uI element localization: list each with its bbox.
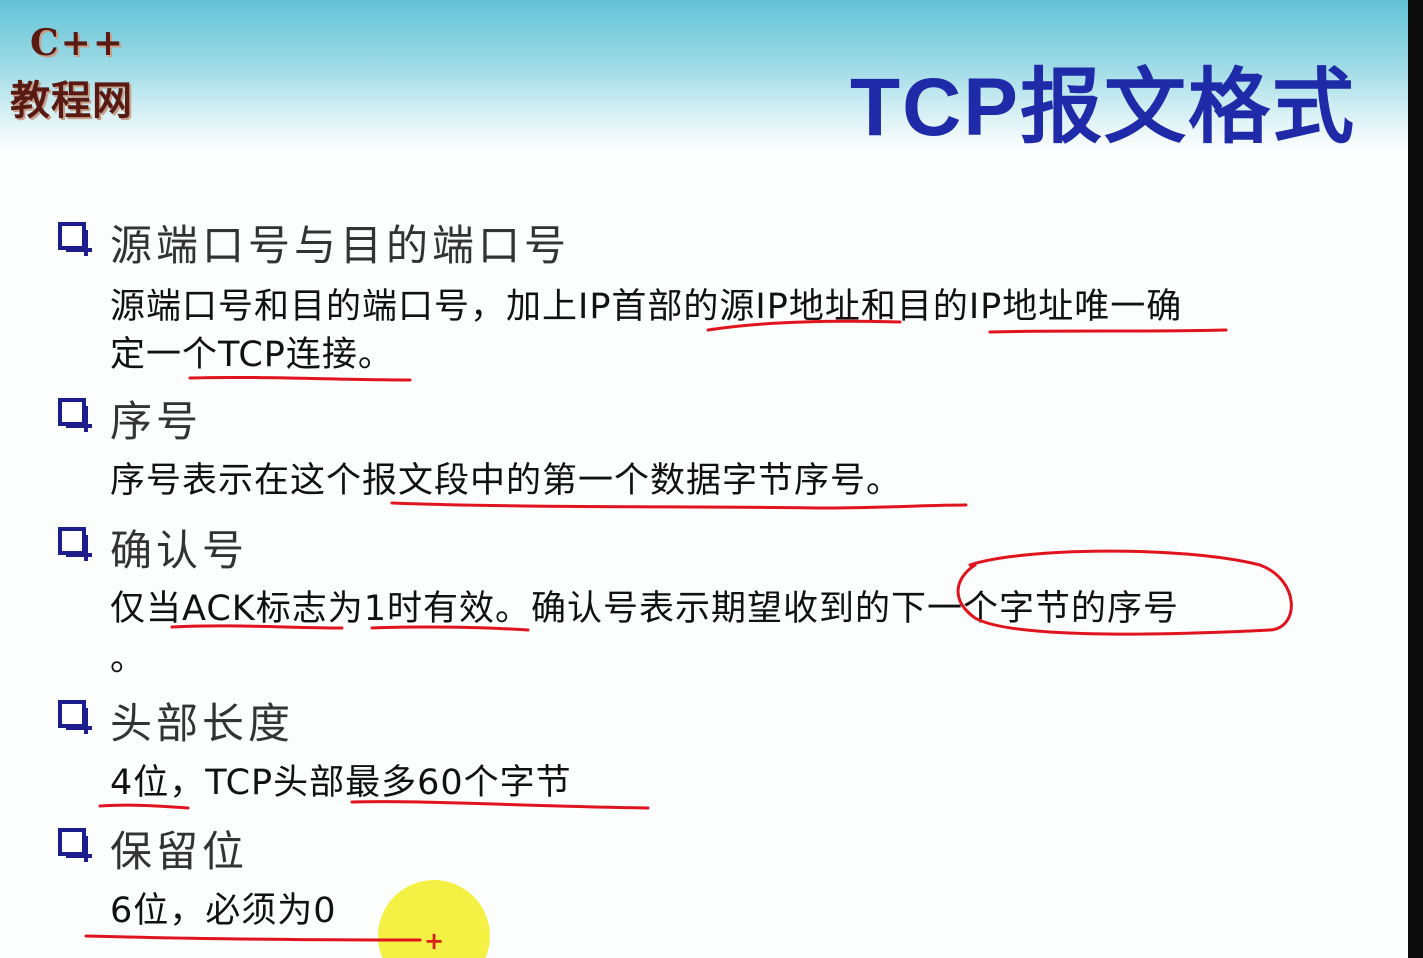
section-heading-reserved: 保留位 [110,827,249,876]
section-heading-ack: 确认号 [110,526,249,575]
logo-site-name: 教程网 [10,78,133,124]
logo-cpp: C++ [30,22,125,64]
section-text-seq: 序号表示在这个报文段中的第一个数据字节序号。 [110,461,903,501]
section-text-ack-line1: 仅当ACK标志为1时有效。确认号表示期望收到的下一个字节的序号 [110,589,1179,629]
bullet-checkbox-icon [58,700,92,734]
section-text-ack-line2: 。 [110,639,147,679]
section-text-ports-line2: 定一个TCP连接。 [110,335,394,375]
underline-first-byte-seq [390,501,968,510]
bullet-checkbox-icon [58,828,92,862]
slide: C++ 教程网 TCP报文格式 源端口号与目的端口号 源端口号和目的端口号，加上… [0,0,1408,958]
underline-tcp-connection [188,375,412,382]
bullet-checkbox-icon [58,398,92,432]
section-heading-seq: 序号 [110,397,203,446]
bullet-checkbox-icon [58,222,92,256]
page-title: TCP报文格式 [849,62,1356,153]
cursor-crosshair-icon: + [424,927,445,955]
underline-four-bits [98,803,190,810]
section-text-header-length: 4位，TCP头部最多60个字节 [110,763,572,803]
right-edge-bar [1408,0,1423,958]
section-text-reserved: 6位，必须为0 [110,891,337,931]
slide-header: C++ 教程网 TCP报文格式 [0,0,1408,153]
underline-dest-ip [988,328,1228,334]
section-heading-header-length: 头部长度 [110,699,295,748]
section-text-ports-line1: 源端口号和目的端口号，加上IP首部的源IP地址和目的IP地址唯一确 [110,287,1183,327]
underline-six-bits [84,934,422,942]
section-heading-ports: 源端口号与目的端口号 [110,221,571,270]
bullet-checkbox-icon [58,527,92,561]
